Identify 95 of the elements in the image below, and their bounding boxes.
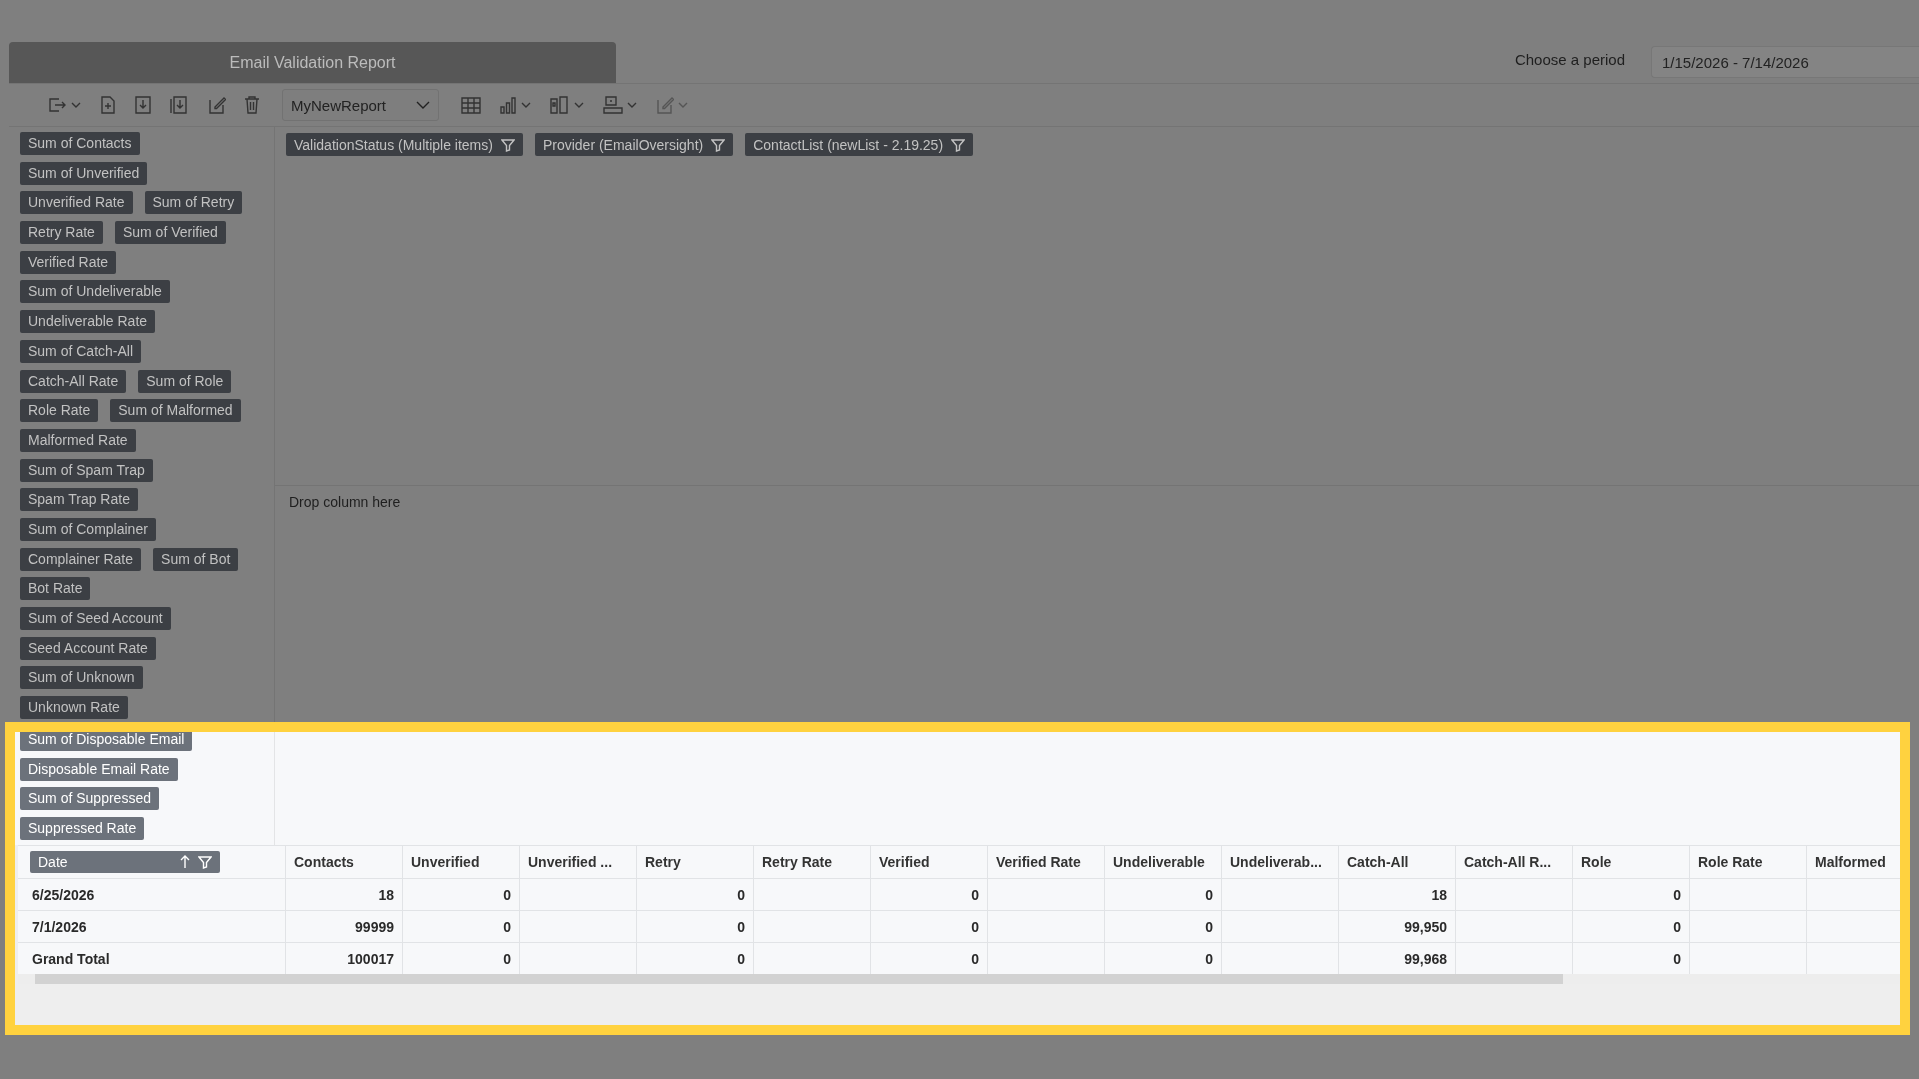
row-header: 7/1/2026 <box>18 910 286 942</box>
period-label: Choose a period <box>1514 51 1625 68</box>
delete-button[interactable] <box>242 94 262 116</box>
delete-icon <box>244 96 260 114</box>
column-header[interactable]: Retry Rate <box>754 845 871 878</box>
edit-button[interactable] <box>206 94 228 116</box>
field-chip[interactable]: Spam Trap Rate <box>20 488 138 512</box>
field-chip[interactable]: Unknown Rate <box>20 696 128 720</box>
field-chip[interactable]: Sum of Seed Account <box>20 607 171 630</box>
field-chip[interactable]: Sum of Unknown <box>20 666 143 690</box>
column-header[interactable]: Undeliverable <box>1105 845 1222 878</box>
save-as-icon <box>170 96 190 114</box>
field-chip[interactable]: Sum of Verified <box>114 221 226 245</box>
data-icon <box>603 96 623 114</box>
row-field-chip[interactable]: Date <box>30 851 220 873</box>
table-cell: 99,950 <box>1339 910 1456 942</box>
field-chip[interactable]: Complainer Rate <box>20 547 142 571</box>
field-chip[interactable]: Sum of Spam Trap <box>20 458 153 482</box>
field-chip[interactable]: Retry Rate <box>20 221 103 245</box>
column-header[interactable]: Role <box>1573 845 1690 878</box>
filter-chip[interactable]: Provider (EmailOversight) <box>534 133 734 156</box>
filter-chip[interactable]: ContactList (newList - 2.19.25) <box>745 133 974 156</box>
row-header: 6/25/2026 <box>18 878 286 910</box>
field-chip[interactable]: Sum of Malformed <box>110 399 241 423</box>
field-chip[interactable]: Sum of Unverified <box>20 161 148 185</box>
column-header[interactable]: Catch-All <box>1339 845 1456 878</box>
report-title: Email Validation Report <box>9 42 616 83</box>
table-cell: 18 <box>286 878 403 910</box>
column-header[interactable]: Contacts <box>286 845 403 878</box>
table-cell: 0 <box>871 878 988 910</box>
table-cell: 0 <box>1105 910 1222 942</box>
report-select[interactable]: MyNewReport <box>282 89 439 121</box>
field-chip[interactable]: Sum of Complainer <box>20 517 156 541</box>
field-chip[interactable]: Sum of Retry <box>144 191 243 215</box>
filter-chip[interactable]: ValidationStatus (Multiple items) <box>286 133 523 156</box>
field-chip[interactable]: Sum of Contacts <box>20 132 140 155</box>
table-cell: 0 <box>1573 910 1690 942</box>
drop-zone-hint: Drop column here <box>288 493 402 512</box>
field-chip[interactable]: Role Rate <box>20 399 99 423</box>
table-cell: 0 <box>403 878 520 910</box>
field-chip[interactable]: Unverified Rate <box>20 191 133 215</box>
filter-icon <box>500 137 515 152</box>
filter-icon <box>198 855 212 869</box>
chevron-icon <box>416 101 430 109</box>
field-chip[interactable]: Sum of Role <box>138 369 232 393</box>
edit-icon <box>208 96 226 114</box>
period-field[interactable]: 1/15/2026 - 7/14/2026 <box>1651 46 1919 78</box>
table-cell: 0 <box>1105 878 1222 910</box>
caret-icon <box>573 101 585 109</box>
caret-icon <box>677 101 689 109</box>
column-header[interactable]: Undeliverab... <box>1222 845 1339 878</box>
filter-icon <box>711 137 726 152</box>
table-cell: 0 <box>1573 878 1690 910</box>
layout-icon <box>550 96 570 114</box>
field-chip[interactable]: Sum of Undeliverable <box>20 280 170 304</box>
field-chip[interactable]: Verified Rate <box>20 250 117 274</box>
column-header[interactable]: Catch-All R... <box>1456 845 1573 878</box>
field-chip[interactable]: Sum of Catch-All <box>20 339 142 363</box>
column-header[interactable]: Verified Rate <box>988 845 1105 878</box>
field-chip[interactable]: Sum of Bot <box>153 547 239 571</box>
save-icon <box>134 96 152 114</box>
table-cell: 99999 <box>286 910 403 942</box>
chart-icon <box>499 96 517 114</box>
save-button[interactable] <box>132 94 154 116</box>
column-header[interactable]: Verified <box>871 845 988 878</box>
field-chip[interactable]: Undeliverable Rate <box>20 310 156 334</box>
field-chip[interactable]: Sum of Disposable Email <box>20 732 193 751</box>
caret-icon <box>520 101 532 109</box>
field-chip[interactable]: Suppressed Rate <box>20 817 145 841</box>
caret-icon <box>70 101 82 109</box>
field-chip[interactable]: Disposable Email Rate <box>20 757 178 781</box>
column-header[interactable]: Unverified <box>403 845 520 878</box>
filter-icon <box>951 137 966 152</box>
column-header[interactable]: Retry <box>637 845 754 878</box>
caret-icon <box>626 101 638 109</box>
column-header[interactable]: Malformed <box>1807 845 1900 878</box>
export-icon <box>47 96 67 114</box>
table-cell: 0 <box>637 878 754 910</box>
sort-up-icon <box>180 855 190 869</box>
field-chip[interactable]: Catch-All Rate <box>20 369 127 393</box>
new-report-icon <box>100 96 116 114</box>
table-cell: 18 <box>1339 878 1456 910</box>
table-cell: 0 <box>871 910 988 942</box>
format-icon <box>656 96 674 114</box>
table-button[interactable] <box>459 94 483 116</box>
table-icon <box>461 96 481 114</box>
table-cell: 0 <box>637 910 754 942</box>
field-chip[interactable]: Sum of Suppressed <box>20 787 159 811</box>
field-chip[interactable]: Bot Rate <box>20 577 91 601</box>
new-report-button[interactable] <box>98 94 118 116</box>
field-chip[interactable]: Malformed Rate <box>20 428 136 452</box>
column-header[interactable]: Role Rate <box>1690 845 1807 878</box>
column-header[interactable]: Unverified ... <box>520 845 637 878</box>
field-chip[interactable]: Seed Account Rate <box>20 636 156 660</box>
table-cell: 0 <box>403 910 520 942</box>
